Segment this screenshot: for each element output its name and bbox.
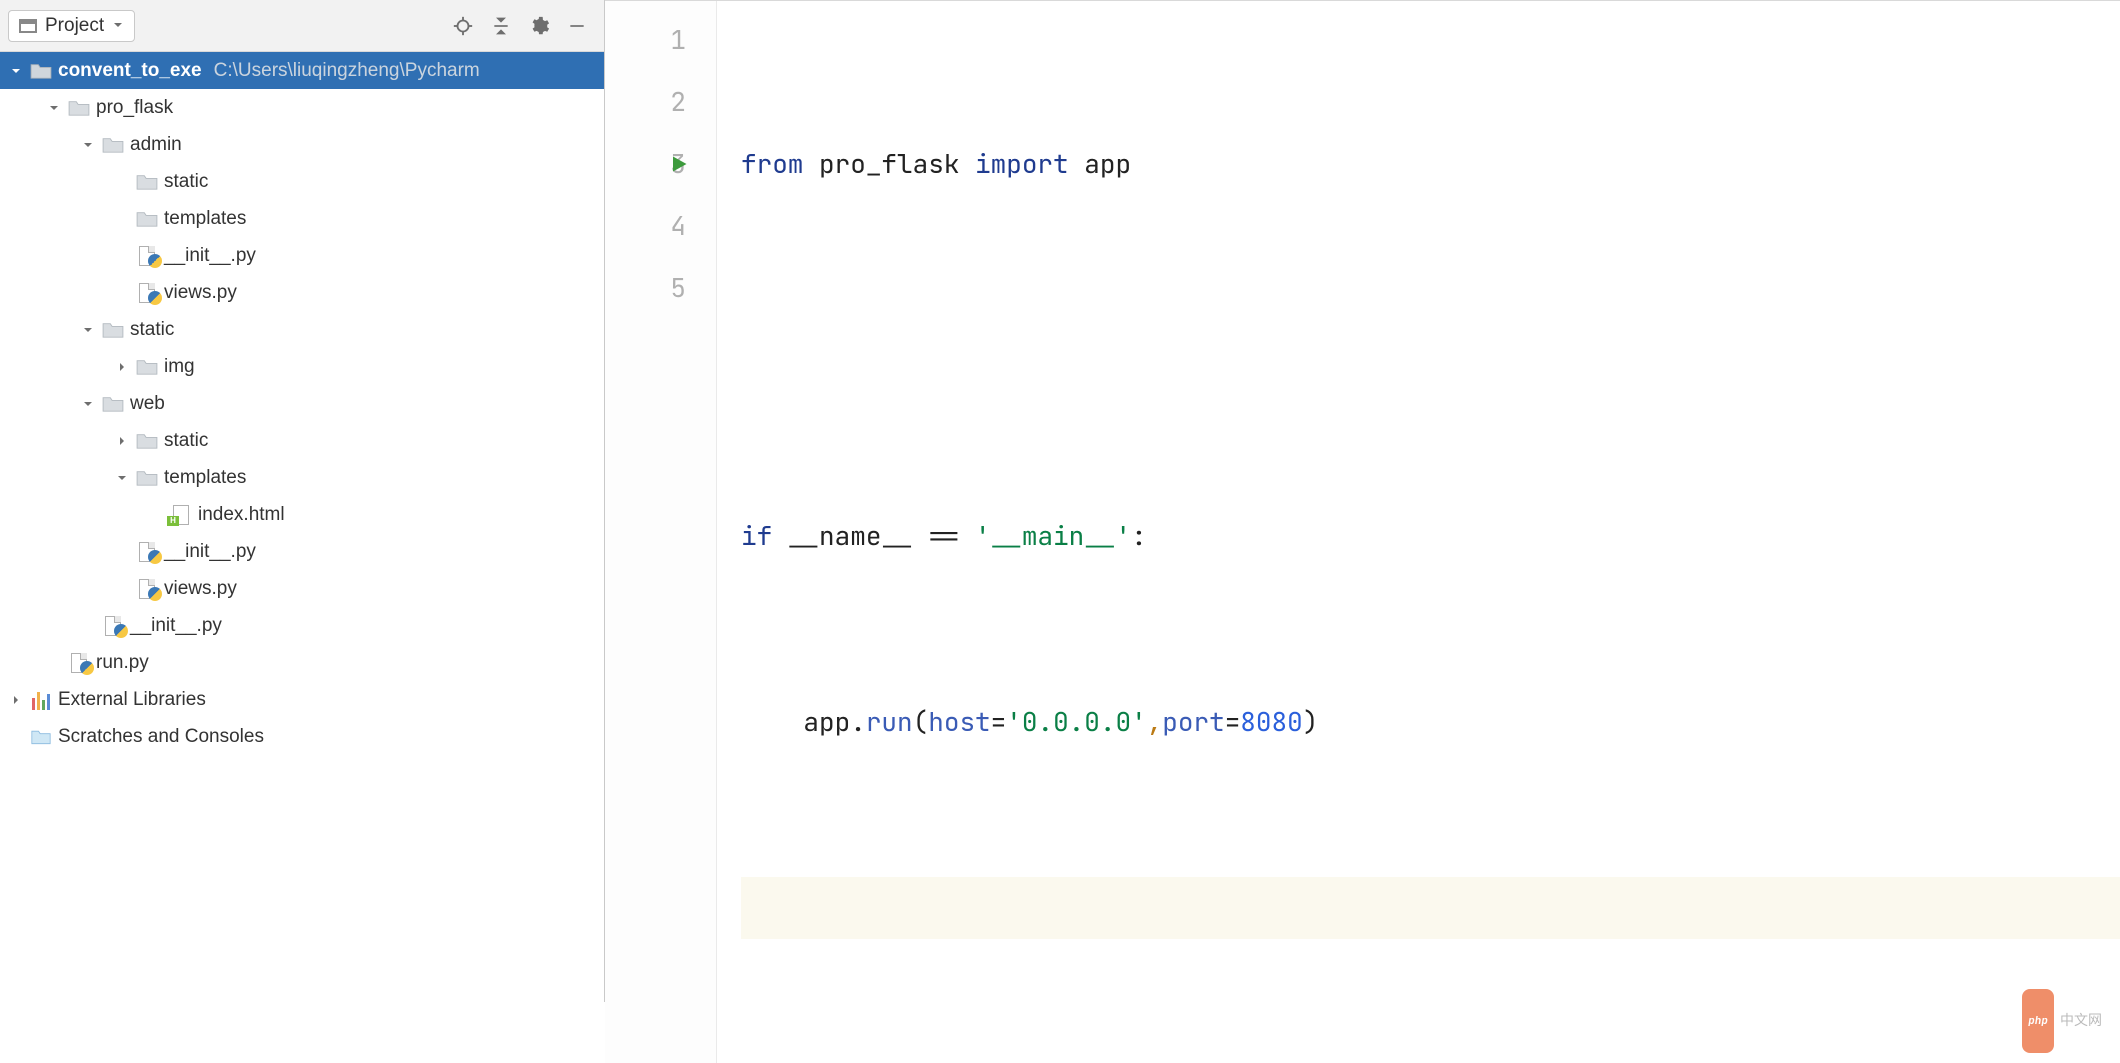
run-gutter-icon[interactable] — [670, 133, 688, 195]
project-dropdown-label: Project — [45, 15, 104, 37]
tree-label: views.py — [164, 282, 237, 304]
tree-row[interactable]: static — [0, 422, 604, 459]
tree-label: convent_to_exe — [58, 60, 202, 82]
line-number: 5 — [605, 257, 686, 319]
project-tree: convent_to_exe C:\Users\liuqingzheng\Pyc… — [0, 52, 604, 1002]
gutter: 1 2 3 4 5 — [605, 1, 717, 1063]
tree-arrow-icon — [8, 63, 24, 79]
tree-arrow-icon — [80, 396, 96, 412]
tree-arrow-icon — [114, 359, 130, 375]
locate-icon[interactable] — [444, 7, 482, 45]
tree-row-scratches[interactable]: Scratches and Consoles — [0, 718, 604, 755]
expand-collapse-icon[interactable] — [482, 7, 520, 45]
tree-row[interactable]: views.py — [0, 570, 604, 607]
tree-row[interactable]: pro_flask — [0, 89, 604, 126]
tree-row[interactable]: static — [0, 163, 604, 200]
tree-label: web — [130, 393, 165, 415]
tree-label: templates — [164, 208, 246, 230]
code-editor[interactable]: 1 2 3 4 5 from pro_flask import app if _… — [605, 1, 2120, 1063]
tree-row[interactable]: __init__.py — [0, 607, 604, 644]
tree-label: __init__.py — [164, 245, 256, 267]
tree-label: run.py — [96, 652, 149, 674]
python-file-icon — [136, 580, 158, 598]
watermark-text: 中文网 — [2060, 990, 2102, 1052]
minimize-icon[interactable] — [558, 7, 596, 45]
line-number: 3 — [605, 133, 686, 195]
tree-row[interactable]: templates — [0, 200, 604, 237]
folder-icon — [102, 395, 124, 413]
tree-label: templates — [164, 467, 246, 489]
folder-icon — [136, 432, 158, 450]
folder-icon — [136, 173, 158, 191]
tree-row[interactable]: templates — [0, 459, 604, 496]
tree-row[interactable]: admin — [0, 126, 604, 163]
tree-row-external-libraries[interactable]: External Libraries — [0, 681, 604, 718]
libraries-icon — [30, 691, 52, 709]
chevron-down-icon — [112, 15, 124, 37]
folder-icon — [102, 321, 124, 339]
tree-label: img — [164, 356, 195, 378]
folder-icon — [68, 99, 90, 117]
watermark: php 中文网 — [2022, 989, 2102, 1053]
python-file-icon — [68, 654, 90, 672]
tree-row[interactable]: __init__.py — [0, 237, 604, 274]
python-file-icon — [102, 617, 124, 635]
folder-icon — [136, 210, 158, 228]
folder-icon — [30, 62, 52, 80]
python-file-icon — [136, 284, 158, 302]
tree-arrow-icon — [114, 433, 130, 449]
tree-label: Scratches and Consoles — [58, 726, 264, 748]
tree-row[interactable]: img — [0, 348, 604, 385]
tree-label: static — [164, 171, 208, 193]
tree-row-root[interactable]: convent_to_exe C:\Users\liuqingzheng\Pyc… — [0, 52, 604, 89]
folder-icon — [136, 358, 158, 376]
tree-label: static — [130, 319, 174, 341]
tree-row[interactable]: __init__.py — [0, 533, 604, 570]
project-toolbar: Project — [0, 0, 604, 52]
scratches-icon — [30, 728, 52, 746]
project-icon — [19, 19, 37, 33]
line-number: 1 — [605, 9, 686, 71]
tree-arrow-icon — [80, 322, 96, 338]
tree-arrow-icon — [46, 100, 62, 116]
folder-icon — [102, 136, 124, 154]
tree-row[interactable]: H index.html — [0, 496, 604, 533]
code-content[interactable]: from pro_flask import app if __name__ ==… — [717, 1, 2120, 1063]
tree-row[interactable]: web — [0, 385, 604, 422]
line-number: 2 — [605, 71, 686, 133]
tree-arrow-icon — [114, 470, 130, 486]
line-number: 4 — [605, 195, 686, 257]
folder-icon — [136, 469, 158, 487]
tree-label: index.html — [198, 504, 285, 526]
tree-row[interactable]: run.py — [0, 644, 604, 681]
tree-label: admin — [130, 134, 182, 156]
tree-row[interactable]: views.py — [0, 274, 604, 311]
tree-arrow-icon — [8, 692, 24, 708]
project-dropdown[interactable]: Project — [8, 10, 135, 42]
tree-label: views.py — [164, 578, 237, 600]
html-file-icon: H — [170, 506, 192, 524]
tree-arrow-icon — [80, 137, 96, 153]
editor-area: run.py × H index.html × web\__init__.py … — [605, 0, 2120, 1002]
project-panel: Project convent_to_exe C:\Users\liuqingz… — [0, 0, 605, 1002]
tree-label: static — [164, 430, 208, 452]
watermark-pill: php — [2022, 989, 2054, 1053]
tree-label: External Libraries — [58, 689, 206, 711]
python-file-icon — [136, 543, 158, 561]
python-file-icon — [136, 247, 158, 265]
tree-label: __init__.py — [164, 541, 256, 563]
gear-icon[interactable] — [520, 7, 558, 45]
tree-row[interactable]: static — [0, 311, 604, 348]
tree-label: pro_flask — [96, 97, 173, 119]
tree-path: C:\Users\liuqingzheng\Pycharm — [214, 60, 480, 82]
tree-label: __init__.py — [130, 615, 222, 637]
